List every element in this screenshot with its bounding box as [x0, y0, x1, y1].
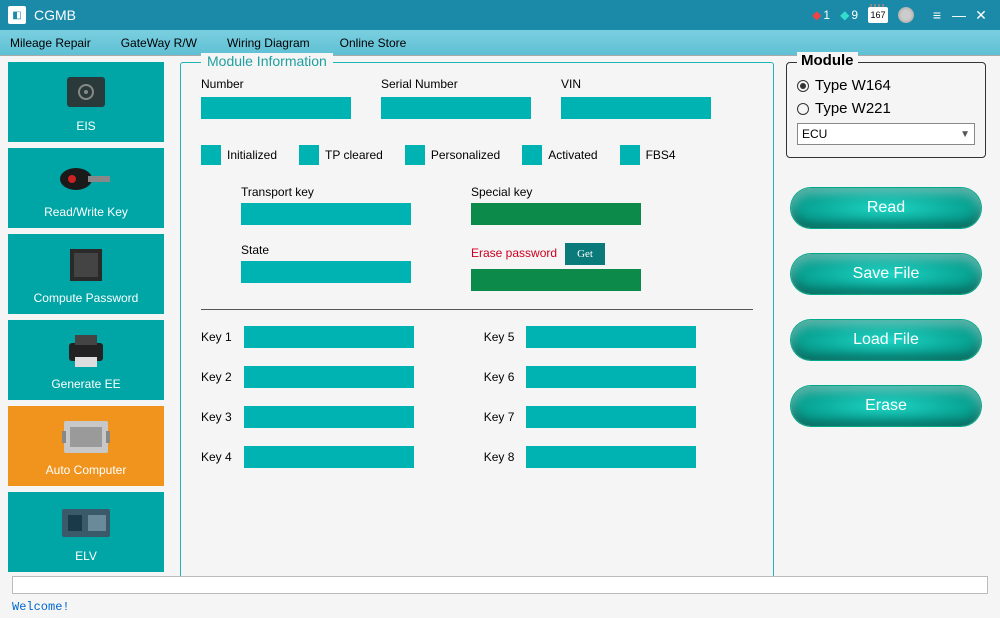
- app-title: CGMB: [34, 7, 76, 23]
- content-area: Module Information Number Serial Number …: [166, 56, 782, 591]
- sidebar-item-read-write-key[interactable]: Read/Write Key: [8, 148, 164, 228]
- radio-on-icon: [797, 80, 809, 92]
- key8-field[interactable]: [526, 446, 696, 468]
- board-icon: [56, 501, 116, 545]
- serial-number-label: Serial Number: [381, 77, 531, 91]
- menu-mileage-repair[interactable]: Mileage Repair: [10, 36, 91, 50]
- key7-label: Key 7: [484, 410, 515, 424]
- vin-label: VIN: [561, 77, 711, 91]
- transport-key-field[interactable]: [241, 203, 411, 225]
- module-legend: Module: [797, 52, 858, 69]
- sidebar-item-eis[interactable]: EIS: [8, 62, 164, 142]
- key1-field[interactable]: [244, 326, 414, 348]
- key8-label: Key 8: [484, 450, 515, 464]
- radio-type-w164[interactable]: Type W164: [797, 77, 975, 94]
- title-bar: ◧ CGMB 1 9 167 ≡ — ✕: [0, 0, 1000, 30]
- menu-online-store[interactable]: Online Store: [340, 36, 407, 50]
- sidebar-item-compute-password[interactable]: Compute Password: [8, 234, 164, 314]
- right-column: Module Type W164 Type W221 ECU▼ Read Sav…: [782, 56, 1000, 591]
- calendar-icon[interactable]: 167: [868, 7, 888, 23]
- key2-field[interactable]: [244, 366, 414, 388]
- key6-field[interactable]: [526, 366, 696, 388]
- minimize-button[interactable]: —: [948, 7, 970, 23]
- initialized-checkbox[interactable]: [201, 145, 221, 165]
- key4-label: Key 4: [201, 450, 232, 464]
- activated-checkbox[interactable]: [522, 145, 542, 165]
- separator: [201, 309, 753, 310]
- state-field[interactable]: [241, 261, 411, 283]
- close-button[interactable]: ✕: [970, 7, 992, 24]
- serial-number-field[interactable]: [381, 97, 531, 119]
- erase-password-field[interactable]: [471, 269, 641, 291]
- key4-field[interactable]: [244, 446, 414, 468]
- personalized-checkbox[interactable]: [405, 145, 425, 165]
- menu-icon[interactable]: ≡: [926, 7, 948, 23]
- chip-icon: [56, 243, 116, 287]
- gem-red-icon: 1: [812, 8, 830, 22]
- vin-field[interactable]: [561, 97, 711, 119]
- module-combo[interactable]: ECU▼: [797, 123, 975, 145]
- state-label: State: [241, 243, 411, 257]
- medal-icon[interactable]: [898, 7, 914, 23]
- sidebar: EIS Read/Write Key Compute Password Gene…: [0, 56, 166, 591]
- radio-off-icon: [797, 103, 809, 115]
- radio-type-w221[interactable]: Type W221: [797, 100, 975, 117]
- status-input[interactable]: [12, 576, 988, 594]
- read-button[interactable]: Read: [791, 188, 981, 228]
- key7-field[interactable]: [526, 406, 696, 428]
- load-file-button[interactable]: Load File: [791, 320, 981, 360]
- fbs4-checkbox[interactable]: [620, 145, 640, 165]
- panel-legend: Module Information: [201, 53, 333, 69]
- number-label: Number: [201, 77, 351, 91]
- module-information-panel: Module Information Number Serial Number …: [180, 62, 774, 582]
- key6-label: Key 6: [484, 370, 515, 384]
- get-button[interactable]: Get: [565, 243, 605, 265]
- number-field[interactable]: [201, 97, 351, 119]
- special-key-field[interactable]: [471, 203, 641, 225]
- save-file-button[interactable]: Save File: [791, 254, 981, 294]
- titlebar-stats: 1 9 167: [812, 7, 914, 23]
- erase-button[interactable]: Erase: [791, 386, 981, 426]
- sidebar-item-auto-computer[interactable]: Auto Computer: [8, 406, 164, 486]
- ecu-icon: [56, 415, 116, 459]
- key5-field[interactable]: [526, 326, 696, 348]
- erase-password-label: Erase password: [471, 246, 557, 260]
- tp-cleared-checkbox[interactable]: [299, 145, 319, 165]
- transport-key-label: Transport key: [241, 185, 411, 199]
- key-fob-icon: [56, 157, 116, 201]
- key5-label: Key 5: [484, 330, 515, 344]
- menu-gateway-rw[interactable]: GateWay R/W: [121, 36, 197, 50]
- status-bar: Welcome!: [12, 600, 70, 614]
- key3-label: Key 3: [201, 410, 232, 424]
- menu-wiring-diagram[interactable]: Wiring Diagram: [227, 36, 310, 50]
- chevron-down-icon: ▼: [960, 129, 970, 140]
- sidebar-item-generate-ee[interactable]: Generate EE: [8, 320, 164, 400]
- key3-field[interactable]: [244, 406, 414, 428]
- sidebar-item-elv[interactable]: ELV: [8, 492, 164, 572]
- key1-label: Key 1: [201, 330, 232, 344]
- gem-teal-icon: 9: [840, 8, 858, 22]
- app-logo-icon: ◧: [8, 6, 26, 24]
- module-select-panel: Module Type W164 Type W221 ECU▼: [786, 62, 986, 158]
- safe-icon: [56, 71, 116, 115]
- key2-label: Key 2: [201, 370, 232, 384]
- printer-icon: [56, 329, 116, 373]
- special-key-label: Special key: [471, 185, 641, 199]
